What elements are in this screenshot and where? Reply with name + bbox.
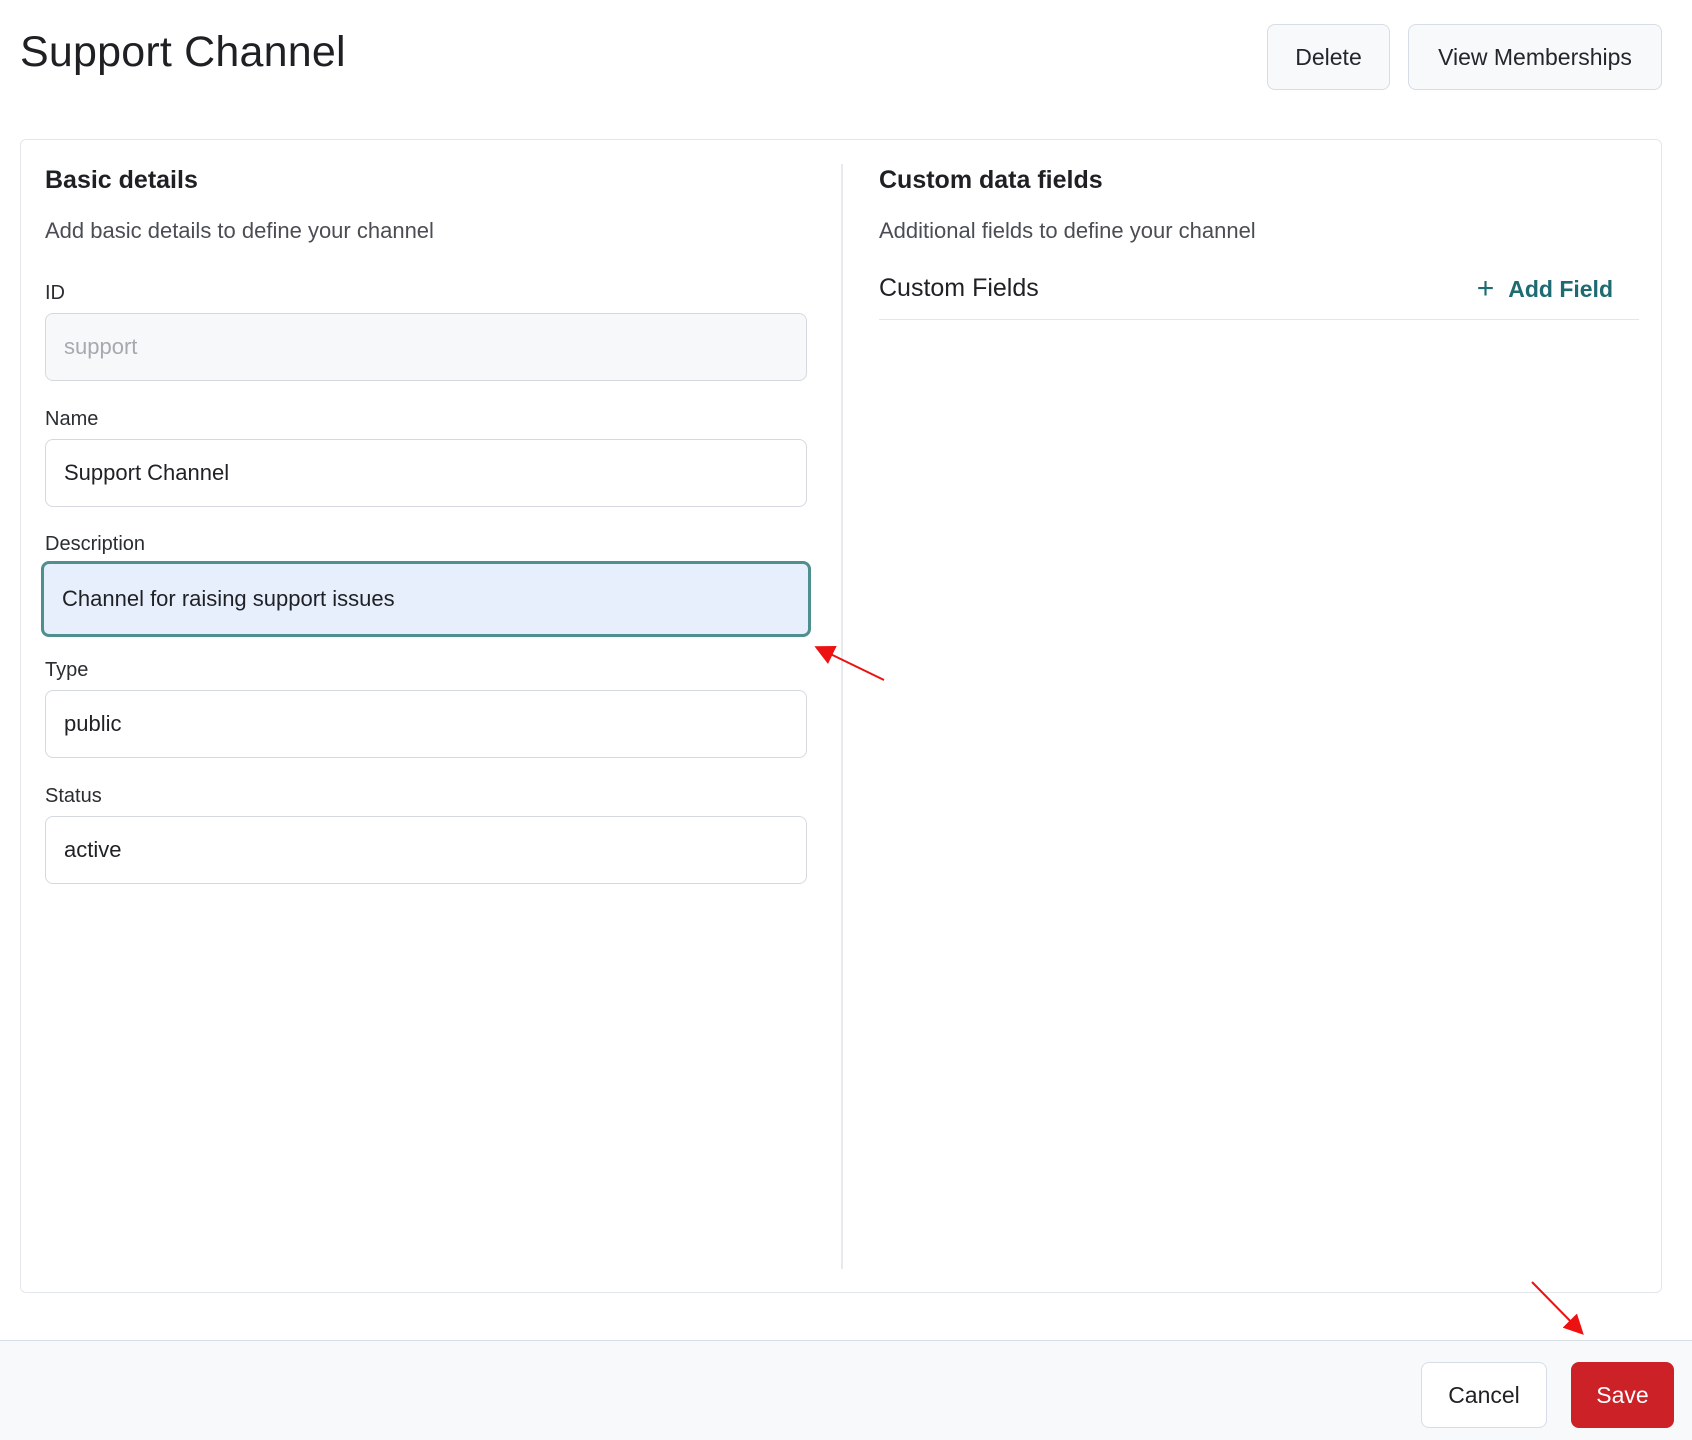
id-input — [45, 313, 807, 381]
view-memberships-button[interactable]: View Memberships — [1408, 24, 1662, 90]
custom-data-subtitle: Additional fields to define your channel — [879, 218, 1256, 243]
type-input[interactable] — [45, 690, 807, 758]
add-field-button[interactable]: + Add Field — [1477, 270, 1613, 308]
page-title: Support Channel — [20, 28, 346, 76]
add-field-label: Add Field — [1508, 275, 1613, 302]
channel-form-card: Basic details Add basic details to defin… — [20, 139, 1662, 1293]
name-label: Name — [45, 408, 99, 430]
plus-icon: + — [1476, 272, 1495, 305]
description-input[interactable] — [41, 561, 811, 637]
form-footer: Cancel Save — [0, 1340, 1692, 1440]
column-divider — [841, 164, 843, 1269]
custom-fields-label: Custom Fields — [879, 274, 1039, 302]
description-label: Description — [45, 533, 146, 555]
custom-fields-header: Custom Fields + Add Field — [879, 260, 1639, 320]
delete-button[interactable]: Delete — [1267, 24, 1390, 90]
save-button[interactable]: Save — [1571, 1362, 1674, 1428]
name-input[interactable] — [45, 439, 807, 507]
basic-details-title: Basic details — [45, 166, 198, 194]
cancel-button[interactable]: Cancel — [1421, 1362, 1547, 1428]
basic-details-subtitle: Add basic details to define your channel — [45, 218, 434, 243]
status-label: Status — [45, 785, 102, 807]
status-input[interactable] — [45, 816, 807, 884]
id-label: ID — [45, 282, 65, 304]
custom-data-title: Custom data fields — [879, 166, 1103, 194]
type-label: Type — [45, 659, 89, 681]
